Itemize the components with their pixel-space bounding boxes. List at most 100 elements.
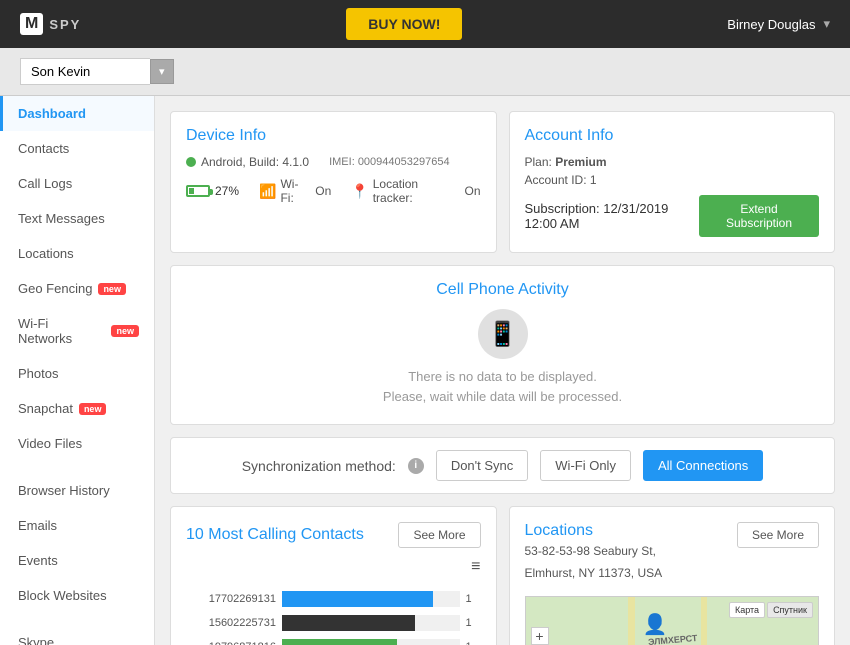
device-bar: ▾ <box>0 48 850 96</box>
calling-see-more-button[interactable]: See More <box>398 522 480 548</box>
user-name: Birney Douglas <box>727 17 815 32</box>
account-info-title: Account Info <box>525 127 820 145</box>
bar-row: 17702269131 1 <box>186 591 481 607</box>
bar-label: 15602225731 <box>186 617 276 629</box>
sidebar-item-geo-fencing[interactable]: Geo Fencingnew <box>0 271 154 306</box>
bar-row: 19796871816 1 <box>186 639 481 645</box>
location-pin-icon: 📍 <box>351 183 368 200</box>
locations-card: Locations 53-82-53-98 Seabury St, Elmhur… <box>509 506 836 645</box>
sidebar-item-snapchat[interactable]: Snapchatnew <box>0 391 154 426</box>
location-tracker-status: On <box>464 184 480 198</box>
locations-title: Locations <box>525 522 663 540</box>
bar-label: 19796871816 <box>186 641 276 645</box>
header: M SPY BUY NOW! Birney Douglas ▾ <box>0 0 850 48</box>
bar-container <box>282 615 460 631</box>
sidebar-item-wifi-networks[interactable]: Wi-Fi Networksnew <box>0 306 154 356</box>
main-content: Device Info Android, Build: 4.1.0 IMEI: … <box>155 96 850 645</box>
device-selector[interactable]: ▾ <box>20 58 830 85</box>
extend-subscription-button[interactable]: Extend Subscription <box>699 195 819 237</box>
sidebar-item-emails[interactable]: Emails <box>0 508 154 543</box>
account-bottom-row: Subscription: 12/31/2019 12:00 AM Extend… <box>525 195 820 237</box>
device-info-title: Device Info <box>186 127 481 145</box>
sidebar-item-browser-history[interactable]: Browser History <box>0 473 154 508</box>
calling-header: 10 Most Calling Contacts See More <box>186 522 481 548</box>
android-dot-icon <box>186 157 196 167</box>
location-tracker-label: Location tracker: <box>373 177 461 205</box>
all-connections-button[interactable]: All Connections <box>643 450 763 481</box>
subscription-row: Subscription: 12/31/2019 12:00 AM <box>525 201 699 231</box>
sidebar: DashboardContactsCall LogsText MessagesL… <box>0 96 155 645</box>
plan-label: Plan: <box>525 155 552 169</box>
bar-row: 15602225731 1 <box>186 615 481 631</box>
logo-spy-text: SPY <box>49 17 81 32</box>
sidebar-item-call-logs[interactable]: Call Logs <box>0 166 154 201</box>
wifi-only-button[interactable]: Wi-Fi Only <box>540 450 631 481</box>
bar-count: 1 <box>466 617 481 629</box>
battery-info: 27% <box>186 184 239 198</box>
map-zoom-controls: + − <box>531 627 549 645</box>
account-id-value: 1 <box>590 173 597 187</box>
bottom-row: 10 Most Calling Contacts See More ≡ 1770… <box>170 506 835 645</box>
location-address-line2: Elmhurst, NY 11373, USA <box>525 566 663 580</box>
sidebar-badge-geo-fencing: new <box>98 283 126 295</box>
map-tab-carta[interactable]: Карта <box>729 602 765 618</box>
bar-container <box>282 591 460 607</box>
buy-now-button[interactable]: BUY NOW! <box>346 8 462 40</box>
map-road-v1 <box>628 597 635 645</box>
sidebar-item-contacts[interactable]: Contacts <box>0 131 154 166</box>
android-info: Android, Build: 4.1.0 <box>186 155 309 169</box>
os-text: Android, Build: 4.1.0 <box>201 155 309 169</box>
top-row: Device Info Android, Build: 4.1.0 IMEI: … <box>170 111 835 253</box>
sidebar-item-skype[interactable]: Skype <box>0 625 154 645</box>
calling-contacts-title: 10 Most Calling Contacts <box>186 526 364 544</box>
locations-see-more-button[interactable]: See More <box>737 522 819 548</box>
user-menu[interactable]: Birney Douglas ▾ <box>727 16 830 32</box>
bar-label: 17702269131 <box>186 593 276 605</box>
bar-fill <box>282 615 415 631</box>
sidebar-item-photos[interactable]: Photos <box>0 356 154 391</box>
sidebar-item-text-messages[interactable]: Text Messages <box>0 201 154 236</box>
person-marker-icon: 👤 <box>643 612 668 637</box>
sidebar-item-dashboard[interactable]: Dashboard <box>0 96 154 131</box>
imei-text: IMEI: 000944053297654 <box>329 156 450 168</box>
sidebar-item-events[interactable]: Events <box>0 543 154 578</box>
no-data-line2: Please, wait while data will be processe… <box>186 389 819 404</box>
battery-icon <box>186 185 210 197</box>
wifi-status: On <box>315 184 331 198</box>
imei-label: IMEI: <box>329 156 355 168</box>
sidebar-item-video-files[interactable]: Video Files <box>0 426 154 461</box>
dont-sync-button[interactable]: Don't Sync <box>436 450 528 481</box>
wifi-info: 📶 Wi-Fi: On <box>259 177 331 205</box>
sidebar-item-locations[interactable]: Locations <box>0 236 154 271</box>
map-tab-satellite[interactable]: Спутник <box>767 602 813 618</box>
sidebar-item-block-websites[interactable]: Block Websites <box>0 578 154 613</box>
locations-title-group: Locations 53-82-53-98 Seabury St, Elmhur… <box>525 522 663 588</box>
bar-count: 1 <box>466 593 481 605</box>
sidebar-badge-wifi-networks: new <box>111 325 139 337</box>
location-address-line1: 53-82-53-98 Seabury St, <box>525 544 663 558</box>
cell-activity-title: Cell Phone Activity <box>186 281 819 299</box>
subscription-label: Subscription: <box>525 201 600 216</box>
plan-row: Plan: Premium <box>525 155 820 169</box>
device-os-row: Android, Build: 4.1.0 IMEI: 000944053297… <box>186 155 481 169</box>
hamburger-icon[interactable]: ≡ <box>471 558 480 575</box>
bar-count: 1 <box>466 641 481 645</box>
locations-header: Locations 53-82-53-98 Seabury St, Elmhur… <box>525 522 820 588</box>
wifi-label: Wi-Fi: <box>280 177 311 205</box>
bar-fill <box>282 639 397 645</box>
sync-card: Synchronization method: i Don't Sync Wi-… <box>170 437 835 494</box>
battery-fill <box>189 188 194 194</box>
map-road-v2 <box>701 597 707 645</box>
imei-value: 000944053297654 <box>358 156 450 168</box>
phone-placeholder-icon: 📱 <box>478 309 528 359</box>
device-dropdown-button[interactable]: ▾ <box>150 59 174 84</box>
zoom-in-button[interactable]: + <box>531 627 549 645</box>
battery-percent: 27% <box>215 184 239 198</box>
location-tracker-info: 📍 Location tracker: On <box>351 177 480 205</box>
bar-container <box>282 639 460 645</box>
info-icon: i <box>408 458 424 474</box>
sidebar-divider <box>0 613 154 625</box>
logo-m-icon: M <box>20 13 43 35</box>
device-input[interactable] <box>20 58 150 85</box>
cell-activity-card: Cell Phone Activity 📱 There is no data t… <box>170 265 835 425</box>
